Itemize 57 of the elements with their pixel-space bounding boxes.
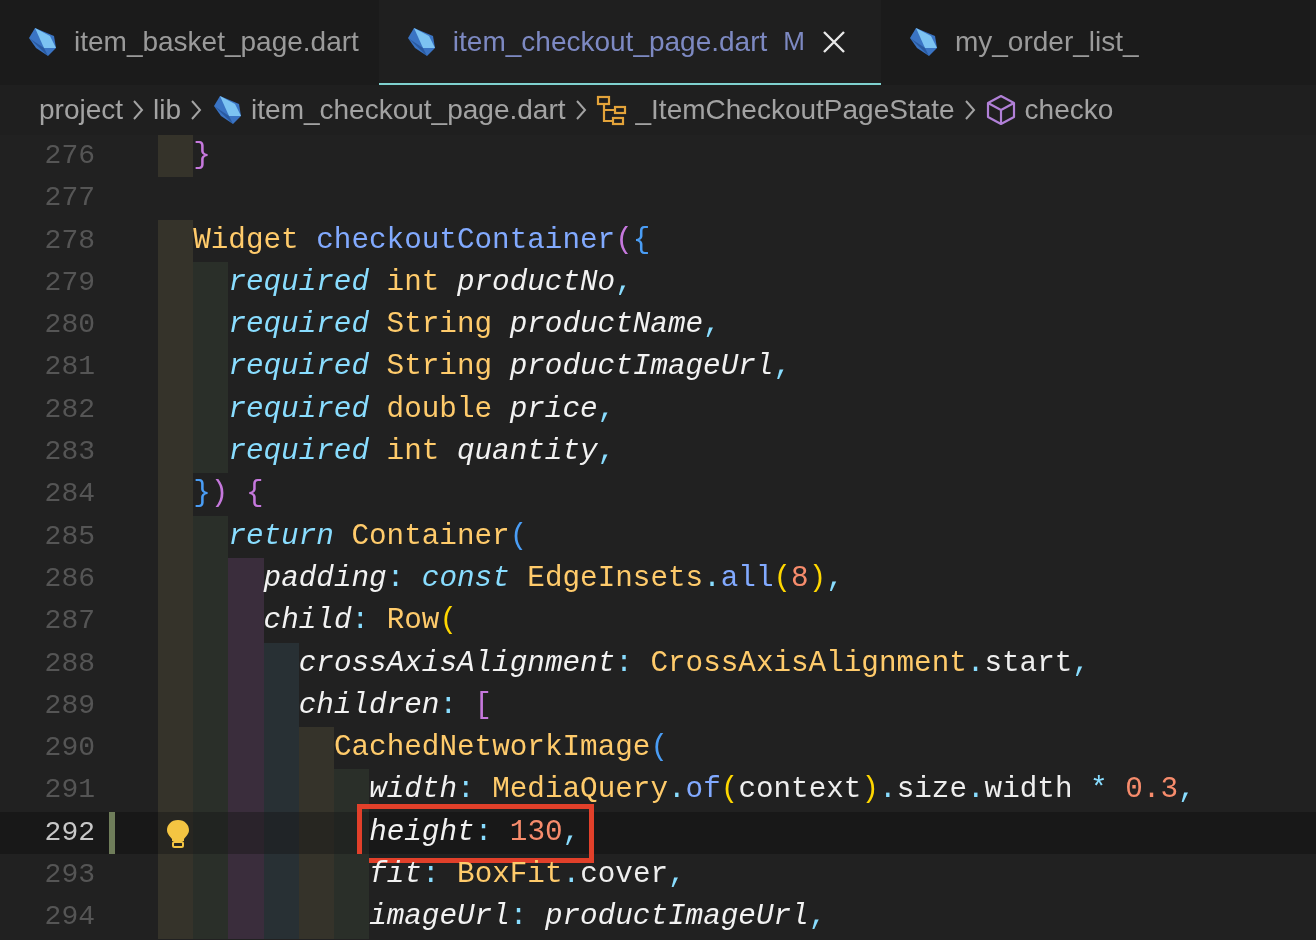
- line-number: 292: [43, 815, 96, 850]
- file-icon: [26, 25, 58, 58]
- code-line: CachedNetworkImage(: [333, 730, 668, 767]
- code-line: children: [: [298, 687, 493, 724]
- editor-tab[interactable]: item_checkout_page.dart M: [378, 0, 881, 85]
- code-line: imageUrl: productImageUrl,: [369, 899, 827, 936]
- code-line: }) {: [193, 476, 264, 513]
- code-line: child: Row(: [263, 603, 457, 640]
- cube-icon: [984, 94, 1017, 126]
- breadcrumb-item[interactable]: project: [39, 89, 124, 131]
- indent-guide: [263, 896, 299, 939]
- indent-guide: [228, 769, 264, 812]
- code-line: required int quantity,: [228, 434, 616, 471]
- indent-guide: [263, 854, 299, 897]
- code-line: required int productNo,: [228, 264, 633, 301]
- indent-guide: [333, 811, 370, 855]
- file-icon: [211, 94, 244, 126]
- close-icon[interactable]: [820, 28, 847, 55]
- indent-guide: [263, 811, 299, 855]
- code-line: required String productName,: [228, 307, 721, 344]
- indent-guide: [228, 557, 264, 601]
- code-line: fit: BoxFit.cover,: [369, 857, 686, 894]
- breadcrumb-item[interactable]: item_checkout_page.dart: [251, 89, 566, 131]
- indent-guide: [193, 854, 229, 897]
- indent-guide: [193, 896, 229, 939]
- indent-guide: [228, 896, 264, 939]
- code-line: crossAxisAlignment: CrossAxisAlignment.start,: [298, 645, 1090, 682]
- code-line: height: 130,: [369, 814, 581, 851]
- indent-guide: [193, 515, 229, 558]
- breadcrumb-item[interactable]: _ItemCheckoutPageState: [635, 89, 955, 131]
- editor-tab[interactable]: my_order_list_: [880, 0, 1139, 85]
- code-line: Widget checkoutContainer({: [193, 222, 651, 259]
- code-line: padding: const EdgeInsets.all(8),: [263, 560, 844, 597]
- chevron-icon: [189, 98, 204, 122]
- editor-tab[interactable]: item_basket_page.dart: [0, 0, 379, 85]
- breadcrumb-item[interactable]: lib: [153, 89, 182, 131]
- indent-guide: [263, 769, 299, 812]
- breadcrumb-item[interactable]: checko: [1024, 89, 1114, 131]
- code-line: required double price,: [228, 391, 616, 428]
- code-line: }: [193, 138, 211, 174]
- code-line: return Container(: [228, 518, 528, 555]
- indent-guide: [333, 769, 370, 812]
- indent-guide: [158, 769, 194, 812]
- code-line: width: MediaQuery.of(context).size.width * 0.3,: [369, 772, 1196, 809]
- code-line: required String productImageUrl,: [228, 349, 791, 386]
- chevron-icon: [962, 98, 977, 122]
- indent-guide: [158, 854, 194, 897]
- indent-guide: [263, 642, 299, 685]
- indent-guide: [333, 854, 370, 897]
- chevron-icon: [573, 98, 588, 122]
- chevron-icon: [131, 98, 146, 122]
- structure-icon: [595, 94, 628, 126]
- indent-guide: [228, 854, 264, 897]
- indent-guide: [193, 811, 229, 855]
- indent-guide: [193, 769, 229, 812]
- indent-guide: [228, 811, 264, 855]
- modified-indicator: M: [783, 25, 805, 58]
